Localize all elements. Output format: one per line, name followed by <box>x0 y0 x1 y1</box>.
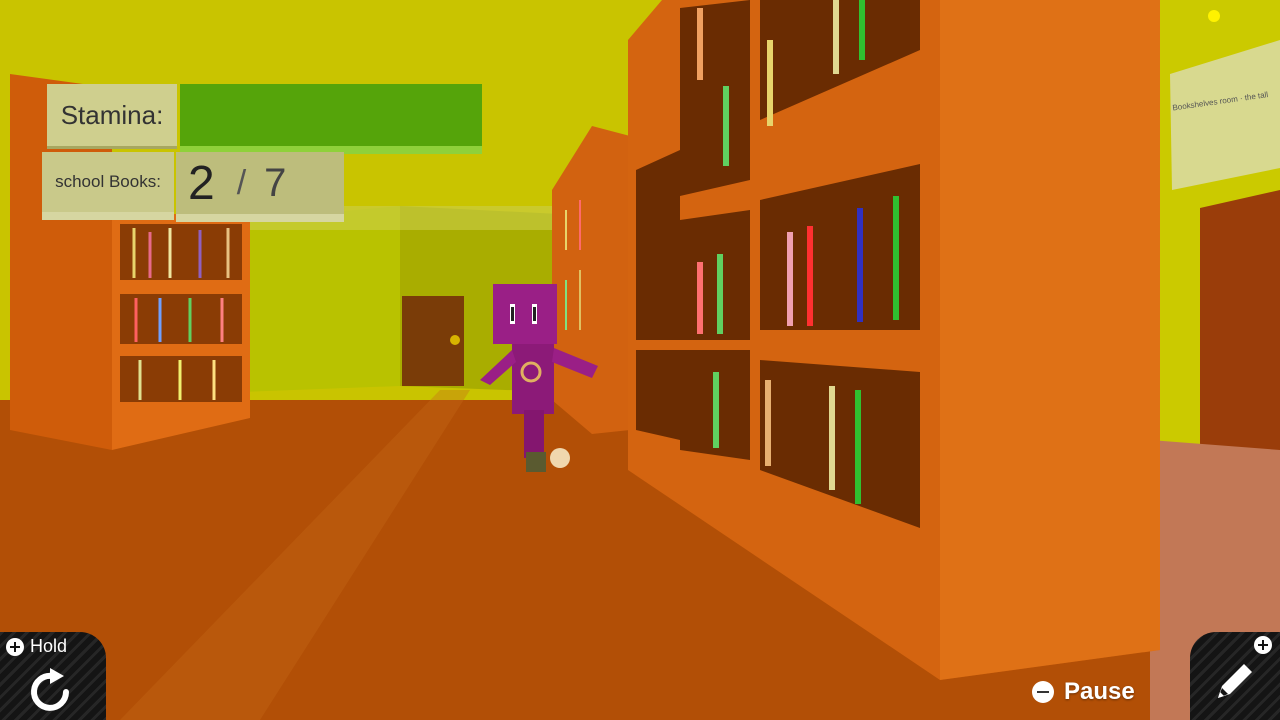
right-door <box>1200 190 1280 460</box>
middle-shelf-front <box>552 126 630 434</box>
books-separator: / <box>236 163 247 202</box>
plus-icon <box>1254 636 1272 654</box>
character-body <box>512 344 554 414</box>
hold-label: Hold <box>30 636 68 656</box>
back-wall-left <box>240 206 400 392</box>
stamina-bar <box>180 84 482 146</box>
pause-button[interactable]: Pause <box>1032 678 1135 706</box>
rotate-icon <box>31 668 69 711</box>
minus-icon <box>1032 681 1054 703</box>
character-head <box>493 284 557 344</box>
books-total: 7 <box>264 160 287 205</box>
stamina-label: Stamina: <box>47 84 177 146</box>
hold-button[interactable]: Hold <box>0 632 106 720</box>
books-collected: 2 <box>188 156 215 210</box>
pencil-icon <box>1218 664 1252 698</box>
stamina-bar-fill <box>180 84 482 146</box>
right-shelf-face-shade <box>940 0 1160 680</box>
dust-puff <box>550 448 570 468</box>
door-knob <box>450 335 460 345</box>
pause-label: Pause <box>1064 678 1135 705</box>
books-counter: 2 / 7 <box>176 152 344 214</box>
books-label: school Books: <box>42 152 174 212</box>
plus-icon <box>6 638 24 656</box>
yellow-dot <box>1208 10 1220 22</box>
edit-button[interactable] <box>1190 632 1280 720</box>
